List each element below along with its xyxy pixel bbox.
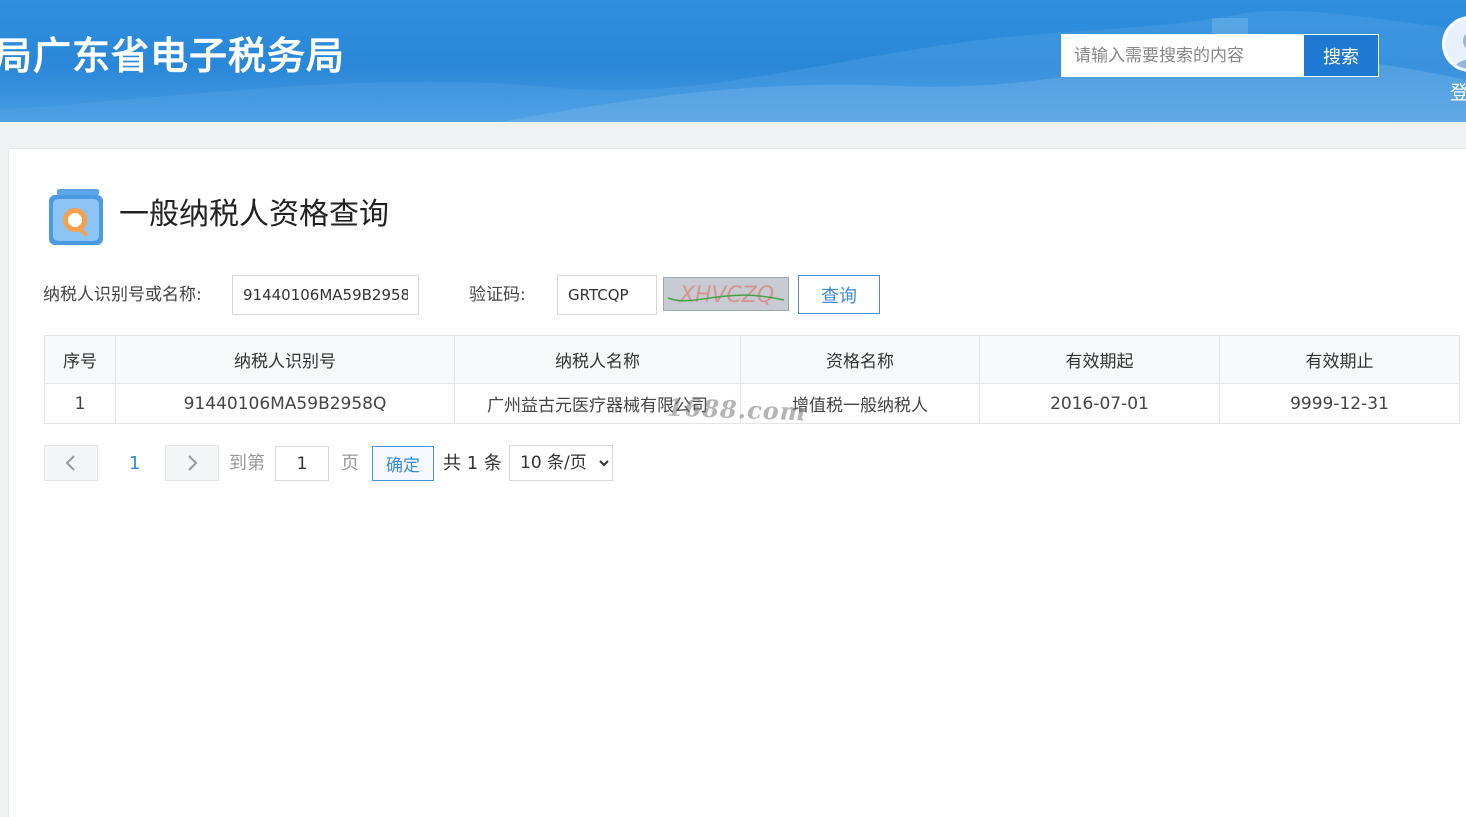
query-panel: 一般纳税人资格查询 纳税人识别号或名称: 验证码: XHVCZQ 查询 序号 纳… [8,148,1466,817]
watermark: 1688.com [666,392,807,427]
header-search: 搜索 [1061,34,1379,77]
table-header-row: 序号 纳税人识别号 纳税人名称 资格名称 有效期起 有效期止 [44,335,1460,384]
cell-taxpayer-id: 91440106MA59B2958Q [115,383,455,424]
page-unit-label: 页 [341,453,359,474]
prev-page-button[interactable] [44,445,98,481]
cell-valid-from: 2016-07-01 [979,383,1220,424]
search-input[interactable] [1062,35,1304,76]
cell-valid-to: 9999-12-31 [1219,383,1460,424]
taxpayer-id-input[interactable] [232,275,419,315]
column-header-valid-to: 有效期止 [1219,335,1460,384]
captcha-image[interactable]: XHVCZQ [663,277,789,311]
login-link[interactable]: 登 [1450,78,1466,105]
site-header: 局广东省电子税务局 搜索 登 [0,0,1466,122]
column-header-taxpayer-name: 纳税人名称 [454,335,741,384]
current-page-number[interactable]: 1 [129,453,140,475]
captcha-noise: XHVCZQ [664,278,788,310]
column-header-valid-from: 有效期起 [979,335,1220,384]
captcha-label: 验证码: [469,285,526,305]
search-button[interactable]: 搜索 [1304,35,1378,76]
chevron-right-icon [188,455,198,471]
site-title[interactable]: 局广东省电子税务局 [0,30,345,82]
page-title: 一般纳税人资格查询 [119,197,389,232]
column-header-index: 序号 [44,335,116,384]
search-document-icon [49,189,103,245]
column-header-taxpayer-id: 纳税人识别号 [115,335,455,384]
goto-page-input[interactable] [275,446,329,481]
query-button[interactable]: 查询 [798,275,880,314]
chevron-left-icon [65,455,75,471]
total-count-label: 共 1 条 [443,453,502,474]
captcha-input[interactable] [557,275,657,315]
taxpayer-id-label: 纳税人识别号或名称: [43,285,202,305]
confirm-page-button[interactable]: 确定 [372,446,434,481]
next-page-button[interactable] [165,445,219,481]
goto-label: 到第 [229,453,265,474]
cell-index: 1 [44,383,116,424]
column-header-qualification: 资格名称 [740,335,980,384]
page-size-select[interactable]: 10 条/页 [509,445,613,481]
